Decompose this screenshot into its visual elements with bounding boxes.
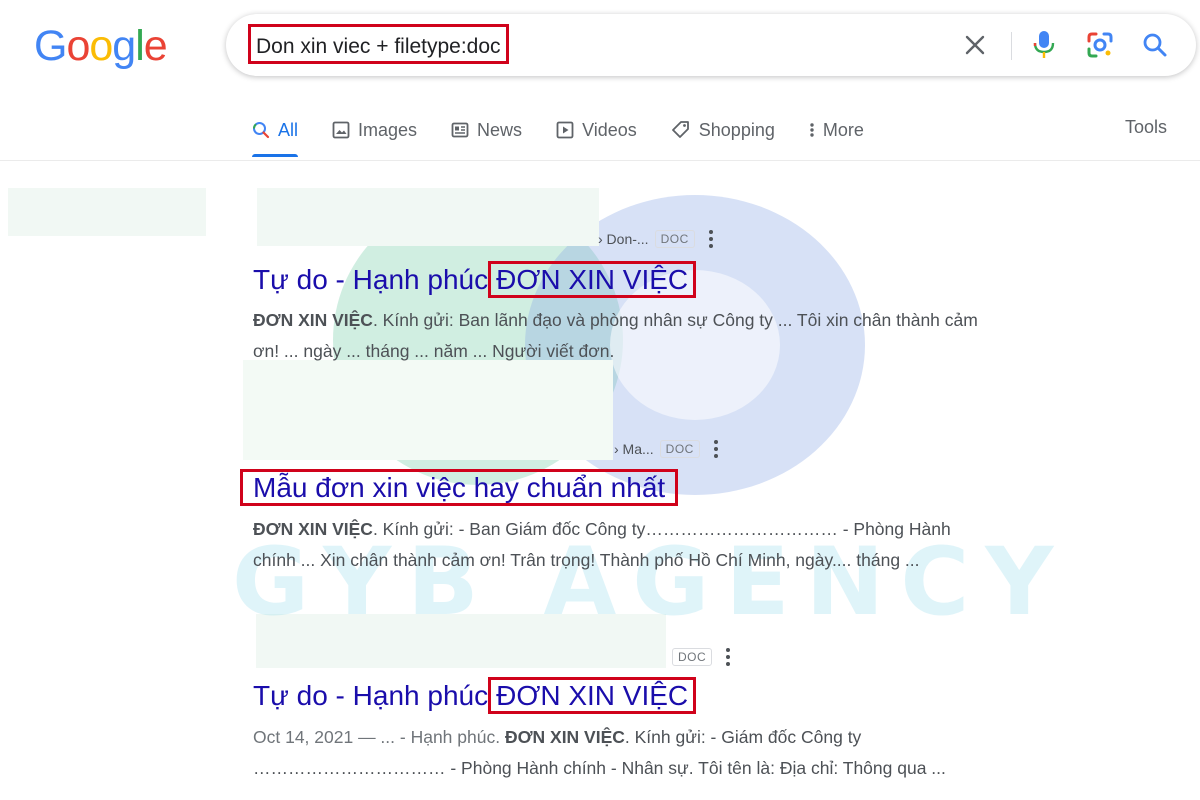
title-highlight: ĐƠN XIN VIỆC xyxy=(488,261,697,298)
search-icon xyxy=(253,122,270,139)
title-prefix: Tự do - Hạnh phúc xyxy=(253,264,489,295)
search-tabs: All Images News Videos Shopping More xyxy=(252,114,898,160)
google-logo[interactable]: Google xyxy=(34,22,168,71)
search-box[interactable]: Don xin viec + filetype:doc xyxy=(226,14,1196,76)
blurred-area xyxy=(8,188,206,236)
tab-label: Images xyxy=(358,119,418,140)
result-snippet: ĐƠN XIN VIỆC. Kính gửi: - Ban Giám đốc C… xyxy=(253,514,1083,576)
tab-more[interactable]: More xyxy=(809,114,864,146)
snippet-bold: ĐƠN XIN VIỆC xyxy=(253,519,373,539)
snippet-line: . Kính gửi: - Giám đốc Công ty xyxy=(624,727,862,747)
tab-shopping[interactable]: Shopping xyxy=(671,114,775,146)
logo-letter: G xyxy=(34,22,67,70)
tab-videos[interactable]: Videos xyxy=(556,114,637,146)
search-icon[interactable] xyxy=(1139,29,1171,61)
news-icon xyxy=(451,122,469,138)
more-vert-icon xyxy=(810,123,814,137)
snippet-line: chính ... Xin chân thành cảm ơn! Trân tr… xyxy=(253,550,920,570)
tabs-divider xyxy=(0,160,1200,161)
tab-images[interactable]: Images xyxy=(332,114,417,146)
image-icon xyxy=(332,121,350,139)
cite-text: › Don-... xyxy=(598,231,649,247)
tab-label: Videos xyxy=(582,119,637,140)
tab-all[interactable]: All xyxy=(252,114,299,157)
result-cite[interactable]: DOC xyxy=(666,648,731,666)
snippet-date: Oct 14, 2021 — ... - Hạnh phúc. xyxy=(253,727,505,747)
tab-news[interactable]: News xyxy=(451,114,522,146)
tools-button[interactable]: Tools xyxy=(1125,117,1167,138)
tab-label: Shopping xyxy=(698,119,775,140)
logo-letter: l xyxy=(135,22,145,70)
result-title[interactable]: Tự do - Hạnh phúc ĐƠN XIN VIỆC xyxy=(253,677,697,714)
blurred-area xyxy=(243,360,613,460)
title-prefix: Tự do - Hạnh phúc xyxy=(253,680,489,711)
clear-icon[interactable] xyxy=(959,29,991,61)
result-title[interactable]: Mẫu đơn xin việc hay chuẩn nhất xyxy=(240,469,679,506)
more-vert-icon[interactable] xyxy=(708,230,713,248)
blurred-area xyxy=(257,188,599,246)
more-vert-icon[interactable] xyxy=(713,440,718,458)
doc-badge: DOC xyxy=(672,648,713,666)
result-snippet: Oct 14, 2021 — ... - Hạnh phúc. ĐƠN XIN … xyxy=(253,722,1083,784)
result-cite[interactable]: › Don-... DOC xyxy=(598,230,713,248)
microphone-icon[interactable] xyxy=(1028,29,1060,61)
tab-label: More xyxy=(822,119,864,140)
tab-label: News xyxy=(477,119,523,140)
logo-letter: e xyxy=(143,22,168,70)
result-snippet: ĐƠN XIN VIỆC. Kính gửi: Ban lãnh đạo và … xyxy=(253,305,1083,367)
doc-badge: DOC xyxy=(654,230,695,248)
snippet-bold: ĐƠN XIN VIỆC xyxy=(253,310,373,330)
tag-icon xyxy=(671,121,689,138)
result-cite[interactable]: › Ma... DOC xyxy=(614,440,718,458)
snippet-line: …………………………… - Phòng Hành chính - Nhân sự… xyxy=(253,758,946,778)
logo-letter: o xyxy=(89,22,113,70)
snippet-line: . Kính gửi: Ban lãnh đạo và phòng nhân s… xyxy=(372,310,978,330)
result-title[interactable]: Tự do - Hạnh phúc ĐƠN XIN VIỆC xyxy=(253,261,697,298)
snippet-bold: ĐƠN XIN VIỆC xyxy=(504,727,625,747)
more-vert-icon[interactable] xyxy=(726,648,731,666)
search-input[interactable]: Don xin viec + filetype:doc xyxy=(248,24,509,64)
title-highlight: Mẫu đơn xin việc hay chuẩn nhất xyxy=(240,469,679,506)
snippet-line: ơn! ... ngày ... tháng ... năm ... Người… xyxy=(253,341,615,361)
tab-label: All xyxy=(278,119,299,140)
logo-letter: o xyxy=(66,22,90,70)
video-icon xyxy=(556,121,574,139)
search-divider xyxy=(1011,32,1012,60)
logo-letter: g xyxy=(112,22,136,70)
doc-badge: DOC xyxy=(659,440,700,458)
title-highlight: ĐƠN XIN VIỆC xyxy=(488,677,697,714)
lens-icon[interactable] xyxy=(1084,29,1116,61)
cite-text: › Ma... xyxy=(614,441,654,457)
snippet-line: . Kính gửi: - Ban Giám đốc Công ty………………… xyxy=(372,519,951,539)
